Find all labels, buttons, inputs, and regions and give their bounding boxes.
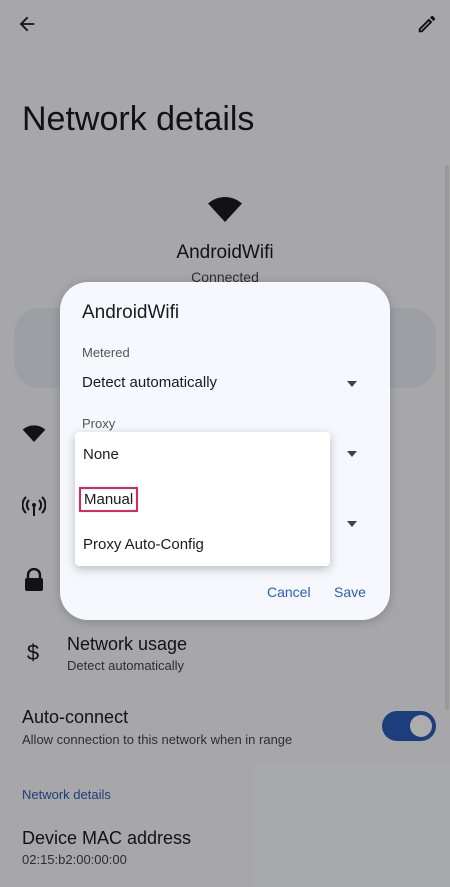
- dropdown-arrow-icon: [347, 381, 357, 387]
- proxy-label: Proxy: [82, 416, 116, 431]
- cancel-button[interactable]: Cancel: [267, 584, 311, 600]
- proxy-options-menu: None Manual Proxy Auto-Config: [75, 432, 330, 566]
- metered-label: Metered: [82, 345, 130, 360]
- dialog-title: AndroidWifi: [82, 302, 180, 323]
- save-button[interactable]: Save: [334, 584, 366, 600]
- dropdown-arrow-icon: [347, 521, 357, 527]
- proxy-option-manual[interactable]: Manual: [79, 487, 139, 512]
- proxy-option-none[interactable]: None: [83, 446, 119, 463]
- dropdown-arrow-icon: [347, 451, 357, 457]
- metered-value: Detect automatically: [82, 374, 218, 391]
- scrollbar: [445, 165, 449, 710]
- metered-dropdown[interactable]: Detect automatically: [82, 374, 362, 398]
- proxy-option-auto-config[interactable]: Proxy Auto-Config: [83, 536, 204, 553]
